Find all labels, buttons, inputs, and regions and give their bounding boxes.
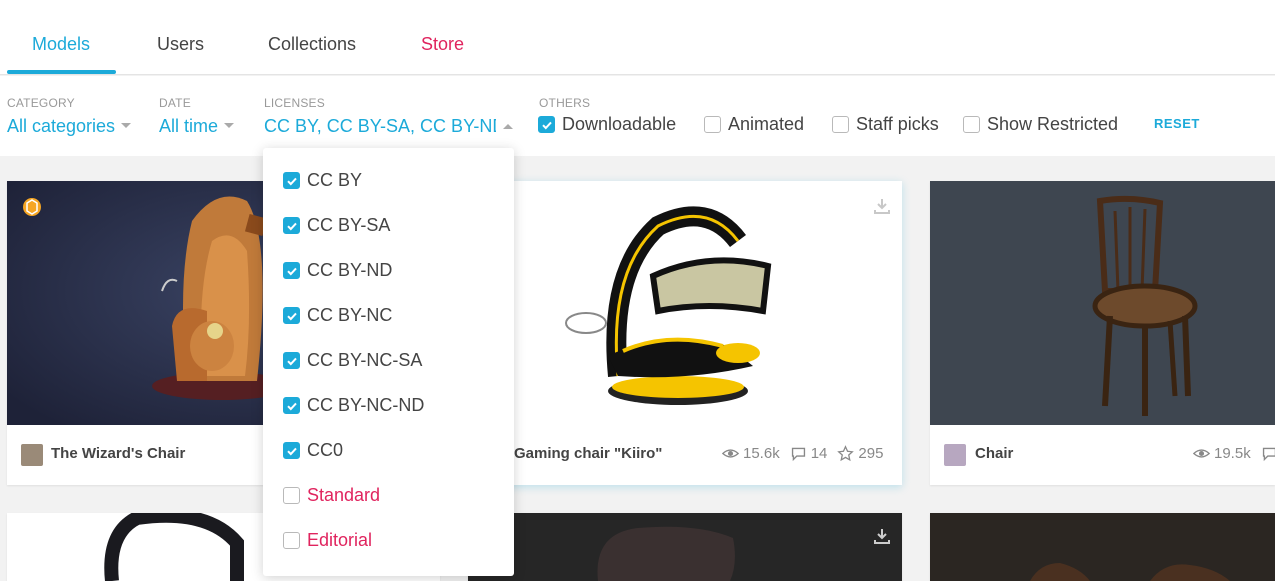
- likes-count: 295: [858, 445, 884, 462]
- comments-count: 14: [810, 445, 828, 462]
- date-filter-value: All time: [159, 116, 219, 136]
- show-restricted-label: Show Restricted: [987, 114, 1119, 134]
- checkbox-checked-icon: [283, 397, 300, 414]
- checkbox-unchecked-icon: [283, 532, 300, 549]
- animated-label: Animated: [728, 114, 805, 134]
- model-card[interactable]: Chair 19.5k: [930, 181, 1275, 485]
- license-option-label: Standard: [307, 485, 381, 505]
- license-option-label: CC BY-ND: [307, 260, 393, 280]
- license-option-standard[interactable]: Standard: [283, 485, 380, 506]
- license-option-label: CC BY-NC-ND: [307, 395, 425, 415]
- model-title[interactable]: Gaming chair "Kiiro": [514, 445, 662, 462]
- checkbox-unchecked-icon: [963, 116, 980, 133]
- category-filter-value: All categories: [7, 116, 116, 136]
- model-card[interactable]: Gaming chair "Kiiro" 15.6k 14 295: [468, 181, 902, 485]
- chevron-up-icon[interactable]: [503, 124, 513, 129]
- licenses-filter-select[interactable]: CC BY, CC BY-SA, CC BY-ND, C: [264, 116, 496, 137]
- model-thumbnail[interactable]: [468, 181, 902, 425]
- eye-icon: [722, 449, 739, 458]
- license-option-cc-by-sa[interactable]: CC BY-SA: [283, 215, 390, 236]
- licenses-filter-label: LICENSES: [264, 96, 325, 110]
- others-filter-label: OTHERS: [539, 96, 591, 110]
- checkbox-checked-icon: [283, 172, 300, 189]
- downloadable-checkbox[interactable]: Downloadable: [538, 114, 676, 135]
- checkbox-checked-icon: [283, 262, 300, 279]
- model-title[interactable]: The Wizard's Chair: [51, 445, 185, 462]
- comment-icon: [791, 447, 805, 462]
- model-title[interactable]: Chair: [975, 445, 1013, 462]
- tab-models[interactable]: Models: [32, 34, 90, 55]
- filter-bar: CATEGORY All categories DATE All time LI…: [0, 76, 1275, 156]
- license-option-label: CC0: [307, 440, 344, 460]
- checkbox-unchecked-icon: [832, 116, 849, 133]
- checkbox-checked-icon: [283, 217, 300, 234]
- license-option-label: CC BY-NC-SA: [307, 350, 423, 370]
- active-tab-indicator: [7, 70, 116, 74]
- likes-stat[interactable]: 295: [837, 445, 883, 462]
- model-card[interactable]: [468, 513, 902, 581]
- comments-stat: 14: [790, 445, 828, 462]
- model-thumbnail[interactable]: [468, 513, 902, 581]
- date-filter-label: DATE: [159, 96, 191, 110]
- staff-picks-checkbox[interactable]: Staff picks: [832, 114, 939, 135]
- license-option-cc-by-nc-sa[interactable]: CC BY-NC-SA: [283, 350, 422, 371]
- avatar[interactable]: [21, 444, 43, 466]
- model-thumbnail[interactable]: [930, 181, 1275, 425]
- reset-button[interactable]: RESET: [1154, 116, 1200, 131]
- views-count: 15.6k: [743, 445, 780, 462]
- downloadable-label: Downloadable: [562, 114, 677, 134]
- chevron-down-icon: [121, 122, 132, 128]
- license-option-label: CC BY-NC: [307, 305, 393, 325]
- views-count: 19.5k: [1214, 445, 1251, 462]
- star-icon: [837, 445, 855, 462]
- license-option-cc0[interactable]: CC0: [283, 440, 343, 461]
- views-stat: 15.6k: [722, 445, 780, 462]
- date-filter-select[interactable]: All time: [159, 116, 235, 137]
- license-option-label: CC BY-SA: [307, 215, 391, 235]
- tab-bar: Models Users Collections Store: [0, 0, 1275, 75]
- checkbox-checked-icon: [283, 352, 300, 369]
- license-option-cc-by-nd[interactable]: CC BY-ND: [283, 260, 392, 281]
- license-option-editorial[interactable]: Editorial: [283, 530, 372, 551]
- avatar[interactable]: [944, 444, 966, 466]
- tab-store[interactable]: Store: [421, 34, 464, 55]
- show-restricted-checkbox[interactable]: Show Restricted: [963, 114, 1118, 135]
- checkbox-checked-icon: [283, 442, 300, 459]
- checkbox-unchecked-icon: [704, 116, 721, 133]
- category-filter-label: CATEGORY: [7, 96, 75, 110]
- license-option-label: CC BY: [307, 170, 363, 190]
- chevron-down-icon: [224, 122, 235, 128]
- licenses-filter-value: CC BY, CC BY-SA, CC BY-ND, C: [264, 116, 496, 136]
- download-icon[interactable]: [872, 196, 892, 216]
- comment-icon: [1262, 447, 1275, 462]
- license-option-cc-by[interactable]: CC BY: [283, 170, 362, 191]
- licenses-dropdown: CC BY CC BY-SA CC BY-ND CC BY-NC CC BY-N…: [263, 148, 514, 576]
- model-thumbnail[interactable]: [930, 513, 1275, 581]
- checkbox-checked-icon: [283, 307, 300, 324]
- license-option-cc-by-nc-nd[interactable]: CC BY-NC-ND: [283, 395, 424, 416]
- eye-icon: [1193, 449, 1210, 458]
- tab-collections[interactable]: Collections: [268, 34, 356, 55]
- staff-picks-label: Staff picks: [856, 114, 939, 134]
- download-icon[interactable]: [872, 526, 892, 546]
- license-option-cc-by-nc[interactable]: CC BY-NC: [283, 305, 392, 326]
- license-option-label: Editorial: [307, 530, 373, 550]
- checkbox-unchecked-icon: [283, 487, 300, 504]
- comments-stat: [1261, 445, 1275, 462]
- animated-checkbox[interactable]: Animated: [704, 114, 804, 135]
- model-card[interactable]: [930, 513, 1275, 581]
- tab-users[interactable]: Users: [157, 34, 204, 55]
- views-stat: 19.5k: [1193, 445, 1251, 462]
- checkbox-checked-icon: [538, 116, 555, 133]
- category-filter-select[interactable]: All categories: [7, 116, 132, 137]
